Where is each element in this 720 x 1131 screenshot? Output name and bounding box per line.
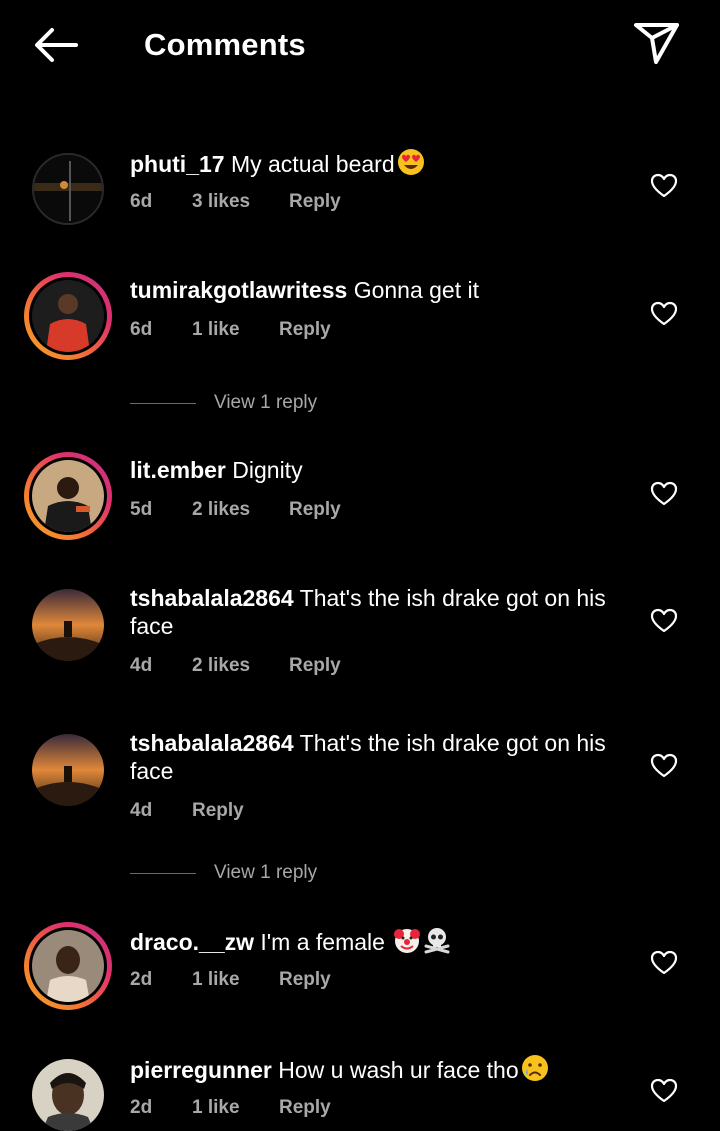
comment-time: 5d	[130, 499, 153, 520]
top-bar: Comments	[0, 0, 720, 90]
comment-item: phuti_17 My actual beard 6d 3 likes Repl…	[0, 140, 720, 240]
comment-time: 4d	[130, 800, 153, 821]
comment-username[interactable]: tumirakgotlawritess	[130, 277, 347, 303]
comment-username[interactable]: phuti_17	[130, 151, 225, 177]
avatar[interactable]	[32, 589, 104, 661]
comment-username[interactable]: pierregunner	[130, 1057, 272, 1083]
avatar[interactable]	[32, 734, 104, 806]
avatar-image	[32, 280, 104, 352]
avatar[interactable]	[32, 1059, 104, 1131]
heart-icon[interactable]	[650, 1077, 678, 1105]
reply-button[interactable]: Reply	[279, 1096, 331, 1120]
avatar-image	[32, 930, 104, 1002]
comment-text: Dignity	[232, 457, 303, 483]
story-ring[interactable]	[24, 452, 112, 540]
avatar-image	[34, 155, 102, 223]
avatar[interactable]	[32, 460, 104, 532]
comment-likes[interactable]: 2 likes	[192, 498, 250, 522]
comment-username[interactable]: draco.__zw	[130, 929, 254, 955]
comment-likes[interactable]: 1 like	[192, 318, 240, 342]
heart-eyes-icon	[397, 149, 424, 175]
avatar-image	[32, 734, 104, 806]
heart-icon[interactable]	[650, 752, 678, 780]
comment-text: Gonna get it	[353, 277, 479, 303]
comment-item: tumirakgotlawritess Gonna get it 6d 1 li…	[0, 268, 720, 368]
avatar[interactable]	[32, 930, 104, 1002]
view-replies-label: View 1 reply	[214, 392, 318, 413]
comment-time: 6d	[130, 191, 153, 212]
comment-text: How u wash ur face tho	[278, 1057, 519, 1083]
comment-likes[interactable]: 1 like	[192, 968, 240, 992]
comment-text: I'm a female	[260, 929, 385, 955]
paper-plane-icon	[634, 23, 679, 64]
heart-icon[interactable]	[650, 949, 678, 977]
comment-likes[interactable]: 2 likes	[192, 654, 250, 678]
arrow-left-icon	[35, 28, 78, 62]
comment-body: tshabalala2864 That's the ish drake got …	[130, 729, 630, 785]
comment-body: phuti_17 My actual beard	[130, 148, 630, 178]
comment-username[interactable]: lit.ember	[130, 457, 226, 483]
comment-item: draco.__zw I'm a female 2d 1 like Reply	[0, 918, 720, 1018]
comment-time: 6d	[130, 319, 153, 340]
heart-icon[interactable]	[650, 607, 678, 635]
comment-item: tshabalala2864 That's the ish drake got …	[0, 576, 720, 686]
comment-username[interactable]: tshabalala2864	[130, 585, 294, 611]
reply-button[interactable]: Reply	[279, 318, 331, 342]
reply-button[interactable]: Reply	[192, 799, 244, 823]
comment-time: 2d	[130, 969, 153, 990]
comment-body: draco.__zw I'm a female	[130, 926, 630, 956]
comment-username[interactable]: tshabalala2864	[130, 730, 294, 756]
share-button[interactable]	[628, 16, 684, 68]
comment-likes[interactable]: 3 likes	[192, 190, 250, 214]
heart-icon[interactable]	[650, 480, 678, 508]
avatar-image	[32, 1059, 104, 1131]
comment-time: 2d	[130, 1097, 153, 1118]
comment-body: tshabalala2864 That's the ish drake got …	[130, 584, 630, 640]
heart-icon[interactable]	[650, 300, 678, 328]
page-title: Comments	[144, 27, 306, 62]
comment-body: lit.ember Dignity	[130, 456, 630, 484]
skull-crossbones-icon	[424, 928, 450, 954]
avatar-image	[32, 460, 104, 532]
comment-body: pierregunner How u wash ur face tho	[130, 1054, 630, 1084]
comment-time: 4d	[130, 655, 153, 676]
sad-tear-icon	[521, 1055, 548, 1081]
comment-likes[interactable]: 1 like	[192, 1096, 240, 1120]
comment-item: pierregunner How u wash ur face tho 2d 1…	[0, 1046, 720, 1131]
comment-body: tumirakgotlawritess Gonna get it	[130, 276, 630, 304]
reply-button[interactable]: Reply	[289, 654, 341, 678]
story-ring[interactable]	[24, 272, 112, 360]
reply-button[interactable]: Reply	[279, 968, 331, 992]
back-button[interactable]	[28, 22, 84, 68]
heart-icon[interactable]	[650, 172, 678, 200]
divider	[130, 873, 196, 874]
comment-item: lit.ember Dignity 5d 2 likes Reply	[0, 448, 720, 548]
avatar[interactable]	[32, 153, 104, 225]
avatar[interactable]	[32, 280, 104, 352]
comment-text: My actual beard	[230, 151, 395, 177]
story-ring[interactable]	[24, 922, 112, 1010]
comment-item: tshabalala2864 That's the ish drake got …	[0, 721, 720, 831]
clown-face-icon	[394, 929, 421, 953]
avatar-image	[32, 589, 104, 661]
reply-button[interactable]: Reply	[289, 498, 341, 522]
view-replies-label: View 1 reply	[214, 862, 318, 883]
reply-button[interactable]: Reply	[289, 190, 341, 214]
divider	[130, 403, 196, 404]
